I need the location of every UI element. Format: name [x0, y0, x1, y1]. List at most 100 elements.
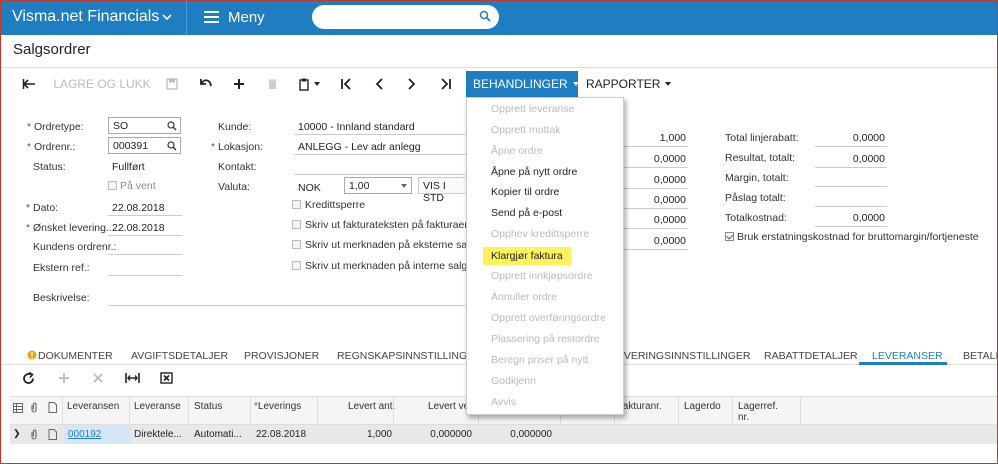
- last-icon: [441, 78, 451, 90]
- menu-item-prepare-invoice[interactable]: Klargjør faktura: [483, 247, 571, 265]
- row-selector-icon[interactable]: ❯: [13, 428, 21, 439]
- search-input[interactable]: [312, 5, 499, 29]
- menu-item-create-purchase-order[interactable]: Opprett innkjøpsordre: [491, 270, 593, 282]
- col-header-delivery-date[interactable]: *Leverings: [254, 401, 301, 412]
- previous-record-button[interactable]: [367, 71, 391, 97]
- search-icon[interactable]: [167, 141, 177, 151]
- print-external-note-checkbox[interactable]: [292, 240, 301, 249]
- menu-button[interactable]: Meny: [228, 9, 265, 26]
- tab-commissions[interactable]: PROVISJONER: [244, 350, 319, 362]
- chevron-down-icon[interactable]: [161, 11, 173, 23]
- save-button[interactable]: [160, 71, 184, 97]
- undo-button[interactable]: [194, 71, 218, 97]
- menu-item-cancel-order[interactable]: Annuller ordre: [491, 291, 557, 303]
- delivered-qty-cell: 1,000: [366, 429, 392, 440]
- total-cost-value: 0,0000: [852, 212, 885, 224]
- menu-item-recalculate-prices[interactable]: Beregn priser på nytt: [491, 354, 588, 366]
- reports-menu-button[interactable]: RAPPORTER: [586, 71, 672, 97]
- delete-button[interactable]: [260, 71, 284, 97]
- search-icon[interactable]: [167, 121, 177, 131]
- delivery-date-cell: 22.08.2018: [256, 429, 307, 440]
- menu-item-backorder[interactable]: Plassering på restordre: [491, 333, 600, 345]
- menu-item-reopen-order[interactable]: Åpne på nytt ordre: [491, 166, 577, 178]
- table-row[interactable]: ❯ 000192 Direktele... Automati... 22.08.…: [10, 425, 998, 444]
- customer-order-field[interactable]: [108, 254, 182, 255]
- external-ref-field[interactable]: [108, 275, 182, 276]
- menu-item-approve[interactable]: Godkjenn: [491, 375, 536, 387]
- refresh-icon[interactable]: [22, 372, 35, 385]
- menu-item-copy-to-order[interactable]: Kopier til ordre: [491, 186, 559, 198]
- print-internal-note-checkbox[interactable]: [292, 261, 301, 270]
- row-settings-icon[interactable]: [13, 403, 23, 413]
- document-icon[interactable]: [48, 429, 57, 440]
- menu-item-create-transfer-order[interactable]: Opprett overføringsordre: [491, 312, 606, 324]
- date-value[interactable]: 22.08.2018: [112, 202, 165, 214]
- tab-shipments[interactable]: LEVERANSER: [872, 350, 943, 362]
- currency-value[interactable]: NOK: [298, 182, 321, 194]
- menu-item-send-email[interactable]: Send på e-post: [491, 207, 562, 219]
- menu-item-release-credit-block[interactable]: Opphev kredittsperre: [491, 228, 589, 240]
- menu-item-open-order[interactable]: Åpne ordre: [491, 145, 543, 157]
- menu-item-reject[interactable]: Avvis: [491, 396, 516, 408]
- tab-payments[interactable]: BETALIN: [963, 350, 998, 362]
- order-type-field[interactable]: SO: [108, 117, 181, 134]
- contact-field[interactable]: [294, 174, 468, 175]
- save-close-button[interactable]: LAGRE OG LUKK: [50, 71, 154, 97]
- hamburger-menu-icon[interactable]: [204, 11, 219, 23]
- close-icon[interactable]: [92, 372, 104, 384]
- use-replacement-cost-label: Bruk erstatningskostnad for bruttomargin…: [737, 231, 979, 243]
- tab-tax-details[interactable]: AVGIFTSDETALJER: [131, 350, 228, 362]
- search-icon[interactable]: [479, 10, 491, 22]
- tab-discount-details[interactable]: RABATTDETALJER: [764, 350, 858, 362]
- export-excel-icon[interactable]: [160, 372, 173, 384]
- margin-total-field: [815, 186, 887, 187]
- tab-accounting-settings[interactable]: REGNSKAPSINNSTILLINGER: [337, 350, 482, 362]
- description-field[interactable]: [108, 305, 468, 306]
- rate-select[interactable]: 1,00: [344, 177, 412, 194]
- contact-label: Kontakt:: [218, 161, 257, 173]
- actions-menu-button[interactable]: BEHANDLINGER: [466, 71, 579, 97]
- copy-paste-button[interactable]: [294, 71, 324, 97]
- back-button[interactable]: [16, 71, 42, 97]
- order-nr-field[interactable]: 000391: [108, 137, 181, 154]
- chevron-down-icon: [401, 184, 407, 188]
- value-cell: 0,000000: [510, 429, 552, 440]
- tab-delivery-settings[interactable]: LEVERINGSINNSTILLINGER: [611, 350, 750, 362]
- col-header-shipment[interactable]: Leveransen: [67, 401, 119, 412]
- last-record-button[interactable]: [434, 71, 458, 97]
- first-record-button[interactable]: [334, 71, 358, 97]
- location-value[interactable]: ANLEGG - Lev adr anlegg: [298, 141, 421, 153]
- col-header-warehouse-doc[interactable]: Lagerdo: [684, 401, 721, 412]
- chevron-right-icon: [408, 78, 416, 90]
- col-header-warehouse-ref[interactable]: Lagerref. nr.: [738, 401, 778, 423]
- requested-delivery-value[interactable]: 22.08.2018: [112, 222, 165, 234]
- credit-block-checkbox[interactable]: [292, 200, 301, 209]
- use-replacement-cost-checkbox[interactable]: [725, 232, 734, 241]
- attachment-icon[interactable]: [30, 429, 38, 440]
- tab-documents[interactable]: DOKUMENTER: [38, 350, 113, 362]
- menu-item-create-receipt[interactable]: Opprett mottak: [491, 124, 560, 136]
- chevron-down-icon: [572, 82, 579, 86]
- col-header-delivered-value[interactable]: Levert ve: [428, 401, 469, 412]
- document-icon: [48, 402, 57, 413]
- plus-icon[interactable]: [58, 372, 70, 384]
- status-cell: Automati...: [194, 429, 242, 440]
- col-header-invoice-nr[interactable]: fakturanr.: [620, 401, 662, 412]
- print-invoice-text-checkbox[interactable]: [292, 220, 301, 229]
- fit-columns-icon[interactable]: [125, 372, 140, 384]
- col-header-shipment-type[interactable]: Leveranse: [134, 401, 181, 412]
- view-in-base-currency-button[interactable]: VIS I STD: [418, 177, 470, 204]
- col-header-status[interactable]: Status: [194, 401, 222, 412]
- next-record-button[interactable]: [400, 71, 424, 97]
- order-nr-label: Ordrenr.:: [27, 141, 76, 153]
- col-header-warehouse-ref-nr: nr.: [738, 412, 750, 423]
- shipment-link[interactable]: 000192: [68, 429, 101, 440]
- col-header-delivered-qty[interactable]: Levert ant.: [348, 401, 395, 412]
- total-value: 1,000: [659, 132, 686, 144]
- total-underline: [624, 228, 688, 229]
- customer-value[interactable]: 10000 - Innland standard: [298, 121, 415, 133]
- add-button[interactable]: [227, 71, 251, 97]
- menu-item-create-shipment[interactable]: Opprett leveranse: [491, 103, 574, 115]
- app-title[interactable]: Visma.net Financials: [12, 8, 159, 26]
- on-hold-checkbox[interactable]: [108, 181, 117, 190]
